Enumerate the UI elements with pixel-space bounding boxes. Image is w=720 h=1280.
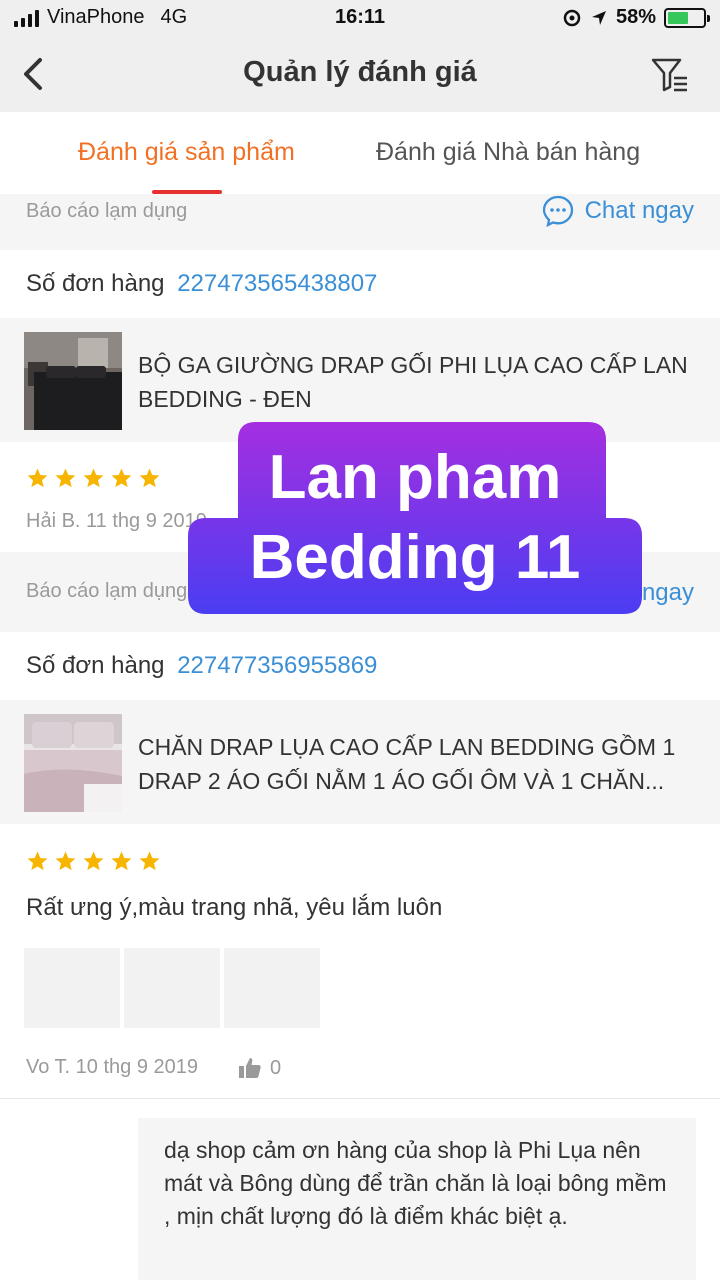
star-icon: [55, 851, 76, 871]
thumbs-up-icon: [239, 1058, 261, 1078]
chat-now-label: Chat ngay: [584, 197, 694, 224]
product-thumbnail: [24, 714, 122, 812]
seller-reply: dạ shop cảm ơn hàng của shop là Phi Lụa …: [138, 1118, 696, 1280]
tab-bar: Đánh giá sản phẩm Đánh giá Nhà bán hàng: [0, 112, 720, 194]
product-card[interactable]: CHĂN DRAP LỤA CAO CẤP LAN BEDDING GỒM 1 …: [0, 700, 720, 824]
review-author-date: Hải B. 11 thg 9 2019: [26, 510, 207, 532]
star-icon: [55, 468, 76, 488]
chat-now-button[interactable]: Chat ngay: [541, 194, 694, 228]
product-image: [24, 714, 122, 812]
like-count: 0: [270, 1056, 282, 1079]
order-number-link[interactable]: 227477356955869: [177, 652, 377, 679]
page-title: Quản lý đánh giá: [243, 56, 477, 88]
product-name: CHĂN DRAP LỤA CAO CẤP LAN BEDDING GỒM 1 …: [138, 734, 676, 794]
product-thumbnail: [24, 332, 122, 430]
tab-seller-reviews[interactable]: Đánh giá Nhà bán hàng: [376, 138, 640, 167]
star-icon: [139, 468, 160, 488]
order-number-row: Số đơn hàng 227473565438807: [26, 270, 377, 298]
report-abuse-link[interactable]: Báo cáo lạm dụng: [26, 580, 187, 603]
watermark-overlay: Lan pham Bedding 11: [188, 422, 642, 614]
order-number-link[interactable]: 227473565438807: [177, 270, 377, 297]
overlay-line-2: Bedding 11: [249, 523, 581, 592]
status-right: 58%: [562, 6, 710, 29]
product-image: [24, 332, 122, 430]
star-icon: [83, 468, 104, 488]
order-number-row: Số đơn hàng 227477356955869: [26, 652, 377, 680]
chat-bubble-icon: [542, 195, 573, 228]
report-abuse-link[interactable]: Báo cáo lạm dụng: [26, 200, 187, 223]
star-icon: [111, 468, 132, 488]
overlay-line-1: Lan pham: [268, 443, 562, 512]
star-icon: [27, 468, 48, 488]
review-photo[interactable]: [124, 948, 220, 1028]
star-rating: [26, 467, 161, 490]
nav-bar: Quản lý đánh giá: [0, 38, 720, 112]
battery-icon: [664, 7, 710, 28]
star-icon: [111, 851, 132, 871]
review-author-date: Vo T. 10 thg 9 2019: [26, 1056, 199, 1078]
review-comment: Rất ưng ý,màu trang nhã, yêu lắm luôn: [26, 894, 443, 921]
star-icon: [83, 851, 104, 871]
orientation-lock-icon: [563, 9, 581, 26]
order-label: Số đơn hàng: [26, 270, 165, 297]
star-icon: [139, 851, 160, 871]
star-rating: [26, 850, 161, 873]
battery-percent: 58%: [615, 6, 656, 28]
star-icon: [27, 851, 48, 871]
product-name: BỘ GA GIƯỜNG DRAP GỐI PHI LỤA CAO CẤP LA…: [138, 352, 688, 412]
review-actions-1: Báo cáo lạm dụng Chat ngay: [0, 194, 720, 250]
location-icon: [591, 10, 606, 25]
filter-icon[interactable]: [650, 56, 690, 96]
review-photo[interactable]: [24, 948, 120, 1028]
tab-product-reviews[interactable]: Đánh giá sản phẩm: [78, 138, 295, 167]
status-bar: VinaPhone 4G 16:11 58%: [0, 0, 720, 38]
like-button[interactable]: 0: [238, 1056, 281, 1080]
review-photo[interactable]: [224, 948, 320, 1028]
divider: [0, 1098, 720, 1099]
order-label: Số đơn hàng: [26, 652, 165, 679]
review-photos: [24, 948, 320, 1028]
